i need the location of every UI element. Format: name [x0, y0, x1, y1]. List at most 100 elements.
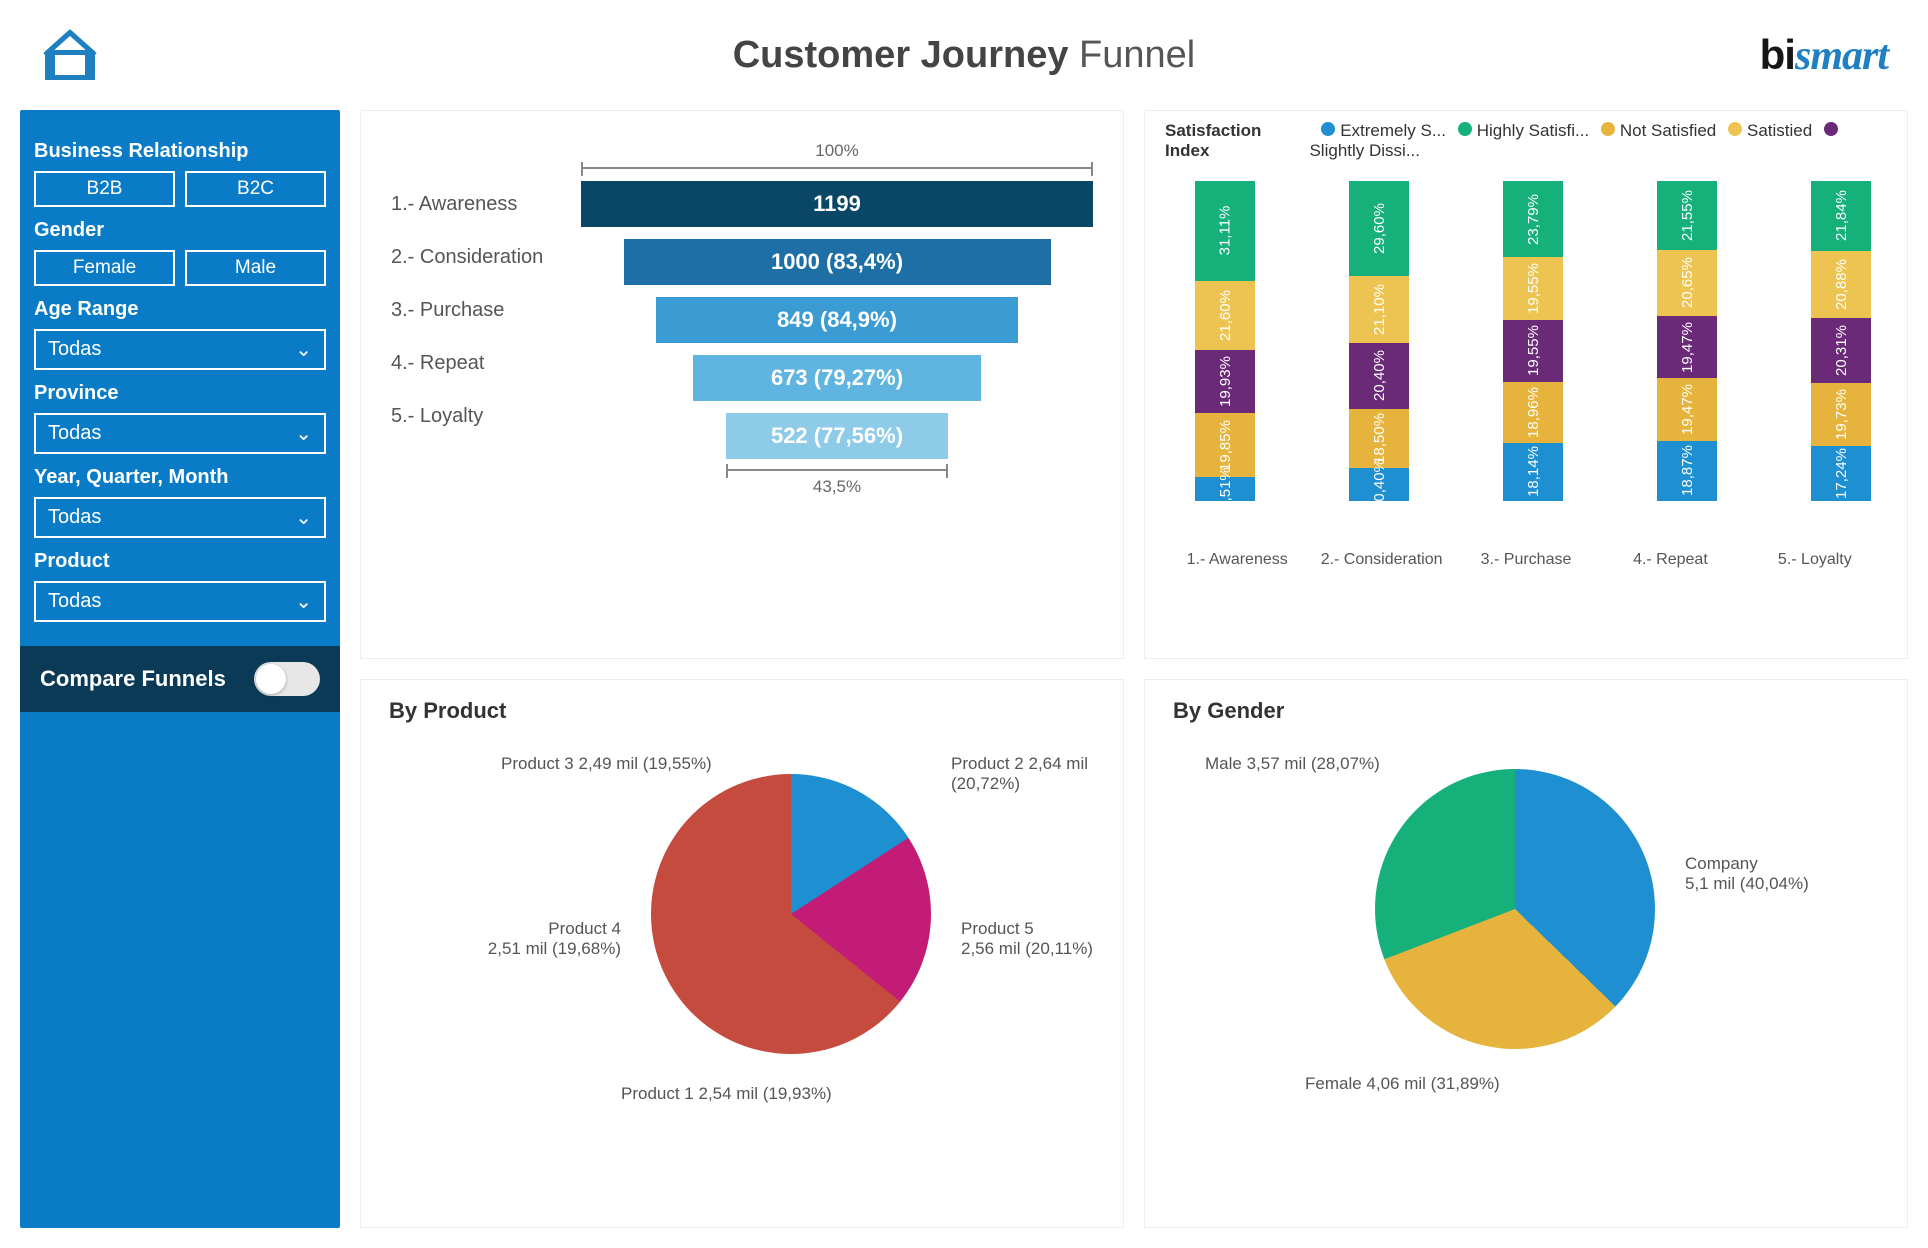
pie-label: Product 1 2,54 mil (19,93%) — [621, 1084, 832, 1104]
sankey-segment: 19,93% — [1195, 350, 1255, 414]
sankey-segment: 23,79% — [1503, 181, 1563, 257]
top-bar: Customer Journey Funnel bismart — [0, 0, 1928, 110]
sankey-segment: 21,60% — [1195, 281, 1255, 350]
chevron-down-icon: ⌄ — [295, 421, 312, 446]
sankey-segment: 20,31% — [1811, 318, 1871, 383]
sankey-segment: 19,55% — [1503, 257, 1563, 320]
sankey-segment: 21,55% — [1657, 181, 1717, 250]
filter-sidebar: Business Relationship B2B B2C Gender Fem… — [20, 110, 340, 1228]
filter-label-business: Business Relationship — [34, 140, 326, 163]
satisfaction-card: Satisfaction Index Extremely S... Highly… — [1144, 110, 1908, 659]
pie-label: Female 4,06 mil (31,89%) — [1305, 1074, 1500, 1094]
x-category: 4.- Repeat — [1598, 551, 1742, 569]
legend-item: Satistied — [1728, 121, 1812, 140]
by-gender-pie — [1375, 769, 1655, 1049]
logo: bismart — [1760, 31, 1888, 80]
filter-label-gender: Gender — [34, 219, 326, 242]
sankey-segment: 7,51% — [1195, 477, 1255, 501]
sankey-segment: 18,14% — [1503, 443, 1563, 501]
marker-line-bottom — [726, 469, 949, 471]
pie-label: Product 52,56 mil (20,11%) — [961, 919, 1093, 959]
main-area: 1.- Awareness 2.- Consideration 3.- Purc… — [360, 110, 1908, 1228]
funnel-bars: 1199 1000 (83,4%) 849 (84,9%) 673 (79,27%) 5… — [581, 181, 1093, 459]
select-province[interactable]: Todas⌄ — [34, 413, 326, 454]
stage-label: 4.- Repeat — [391, 352, 581, 375]
pie-label: Product 42,51 mil (19,68%) — [461, 919, 621, 959]
by-gender-card: By Gender Male 3,57 mil (28,07%) Company… — [1144, 679, 1908, 1228]
satisfaction-x-axis: 1.- Awareness2.- Consideration3.- Purcha… — [1145, 551, 1907, 579]
sankey-segment: 29,60% — [1349, 181, 1409, 276]
legend-item: Extremely S... — [1321, 121, 1446, 140]
satisfaction-chart: 31,11%21,60%19,93%19,85%7,51% 29,60%21,10… — [1145, 171, 1907, 551]
filter-label-province: Province — [34, 382, 326, 405]
sankey-segment: 31,11% — [1195, 181, 1255, 281]
select-age-range[interactable]: Todas⌄ — [34, 329, 326, 370]
page-title: Customer Journey Funnel — [733, 34, 1196, 77]
sankey-segment: 18,96% — [1503, 382, 1563, 443]
sankey-column: 23,79%19,55%19,55%18,96%18,14% — [1503, 181, 1563, 541]
marker-line-top — [581, 167, 1093, 169]
sankey-column: 29,60%21,10%20,40%18,50%10,40% — [1349, 181, 1409, 541]
by-product-title: By Product — [361, 680, 1123, 724]
pie-label: Product 2 2,64 mil (20,72%) — [951, 754, 1123, 794]
by-gender-title: By Gender — [1145, 680, 1907, 724]
pie-label: Male 3,57 mil (28,07%) — [1205, 754, 1380, 774]
sankey-column: 31,11%21,60%19,93%19,85%7,51% — [1195, 181, 1255, 541]
pie-label: Company5,1 mil (40,04%) — [1685, 854, 1809, 894]
sankey-segment: 19,47% — [1657, 316, 1717, 378]
x-category: 5.- Loyalty — [1743, 551, 1887, 569]
sankey-segment: 17,24% — [1811, 446, 1871, 501]
sankey-segment: 20,40% — [1349, 343, 1409, 408]
by-product-pie — [651, 774, 931, 1054]
x-category: 3.- Purchase — [1454, 551, 1598, 569]
sankey-segment: 20,88% — [1811, 251, 1871, 318]
select-period[interactable]: Todas⌄ — [34, 497, 326, 538]
satisfaction-legend: Satisfaction Index Extremely S... Highly… — [1145, 111, 1907, 171]
funnel-stage-labels: 1.- Awareness 2.- Consideration 3.- Purc… — [391, 141, 581, 497]
legend-item: Highly Satisfi... — [1458, 121, 1589, 140]
stage-label: 5.- Loyalty — [391, 405, 581, 428]
chip-female[interactable]: Female — [34, 250, 175, 286]
filter-label-product: Product — [34, 550, 326, 573]
funnel-bar: 1000 (83,4%) — [624, 239, 1051, 285]
stage-label: 2.- Consideration — [391, 246, 581, 269]
chevron-down-icon: ⌄ — [295, 337, 312, 362]
funnel-bar: 522 (77,56%) — [726, 413, 949, 459]
sankey-segment: 18,87% — [1657, 441, 1717, 501]
home-icon[interactable] — [40, 25, 100, 85]
satisfaction-title: Satisfaction Index — [1165, 121, 1295, 161]
sankey-column: 21,55%20,65%19,47%19,47%18,87% — [1657, 181, 1717, 541]
by-product-card: By Product Product 3 2,49 mil (19,55%) P… — [360, 679, 1124, 1228]
chip-b2b[interactable]: B2B — [34, 171, 175, 207]
funnel-top-marker: 100% — [581, 141, 1093, 161]
funnel-bottom-marker: 43,5% — [581, 477, 1093, 497]
title-light: Funnel — [1079, 34, 1195, 76]
title-bold: Customer Journey — [733, 34, 1069, 76]
x-category: 1.- Awareness — [1165, 551, 1309, 569]
funnel-bar: 673 (79,27%) — [693, 355, 980, 401]
sankey-segment: 21,10% — [1349, 276, 1409, 344]
stage-label: 1.- Awareness — [391, 193, 581, 216]
pie-label: Product 3 2,49 mil (19,55%) — [501, 754, 712, 774]
funnel-bar: 1199 — [581, 181, 1093, 227]
sankey-segment: 10,40% — [1349, 468, 1409, 501]
filter-label-age: Age Range — [34, 298, 326, 321]
funnel-card: 1.- Awareness 2.- Consideration 3.- Purc… — [360, 110, 1124, 659]
chip-male[interactable]: Male — [185, 250, 326, 286]
compare-label: Compare Funnels — [40, 666, 226, 692]
sankey-segment: 19,47% — [1657, 378, 1717, 440]
compare-funnels-row: Compare Funnels — [20, 646, 340, 712]
sankey-segment: 20,65% — [1657, 250, 1717, 316]
compare-toggle[interactable] — [254, 662, 320, 696]
sankey-column: 21,84%20,88%20,31%19,73%17,24% — [1811, 181, 1871, 541]
sankey-segment: 19,55% — [1503, 320, 1563, 383]
stage-label: 3.- Purchase — [391, 299, 581, 322]
funnel-bar: 849 (84,9%) — [656, 297, 1018, 343]
chip-b2c[interactable]: B2C — [185, 171, 326, 207]
chevron-down-icon: ⌄ — [295, 589, 312, 614]
filter-label-period: Year, Quarter, Month — [34, 466, 326, 489]
x-category: 2.- Consideration — [1309, 551, 1453, 569]
select-product[interactable]: Todas⌄ — [34, 581, 326, 622]
legend-item: Not Satisfied — [1601, 121, 1716, 140]
sankey-segment: 19,73% — [1811, 383, 1871, 446]
